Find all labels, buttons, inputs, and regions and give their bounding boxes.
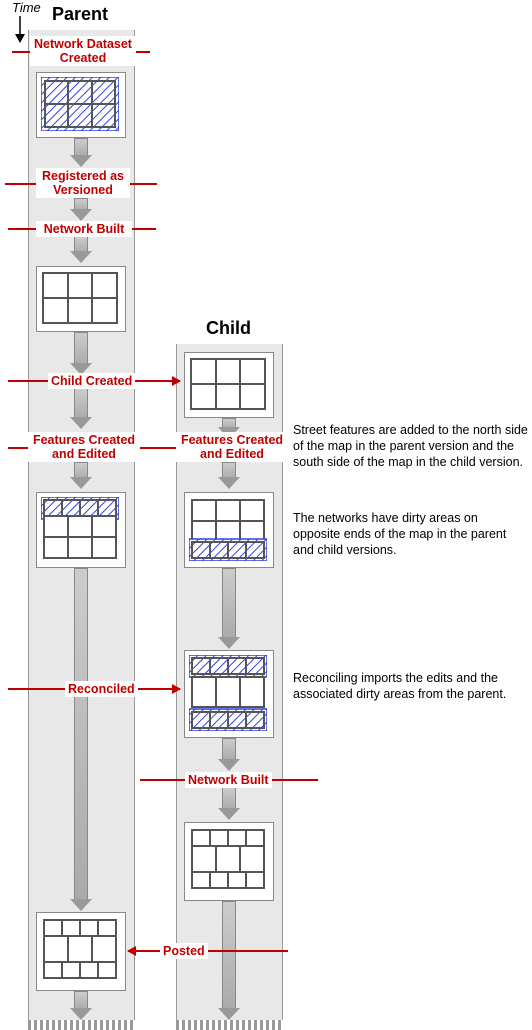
child-column-header: Child <box>206 318 251 339</box>
note-features-added: Street features are added to the north s… <box>293 422 528 470</box>
parent-tile-initial-dirty <box>36 72 126 138</box>
event-features-edited-child: Features Created and Edited <box>176 432 288 462</box>
child-tile-built-clean <box>184 822 274 901</box>
event-reconciled: Reconciled <box>65 681 138 697</box>
event-registered-versioned: Registered as Versioned <box>36 168 130 198</box>
child-tile-created-clean <box>184 352 274 418</box>
note-dirty-areas: The networks have dirty areas on opposit… <box>293 510 528 558</box>
event-network-built-parent: Network Built <box>36 221 132 237</box>
event-posted: Posted <box>160 943 208 959</box>
parent-tile-edited-north-dirty <box>36 492 126 568</box>
time-arrow-icon <box>14 16 26 44</box>
parent-tile-posted-result <box>36 912 126 991</box>
note-reconcile: Reconciling imports the edits and the as… <box>293 670 528 702</box>
child-tile-edited-south-dirty <box>184 492 274 568</box>
parent-tile-clean <box>36 266 126 332</box>
event-network-built-child: Network Built <box>185 772 272 788</box>
child-tile-reconciled-both-dirty <box>184 650 274 738</box>
event-child-created: Child Created <box>48 373 135 389</box>
event-features-edited-parent: Features Created and Edited <box>28 432 140 462</box>
parent-column-header: Parent <box>52 4 108 25</box>
event-network-dataset-created: Network Dataset Created <box>30 36 136 66</box>
time-axis-label: Time <box>12 0 41 15</box>
